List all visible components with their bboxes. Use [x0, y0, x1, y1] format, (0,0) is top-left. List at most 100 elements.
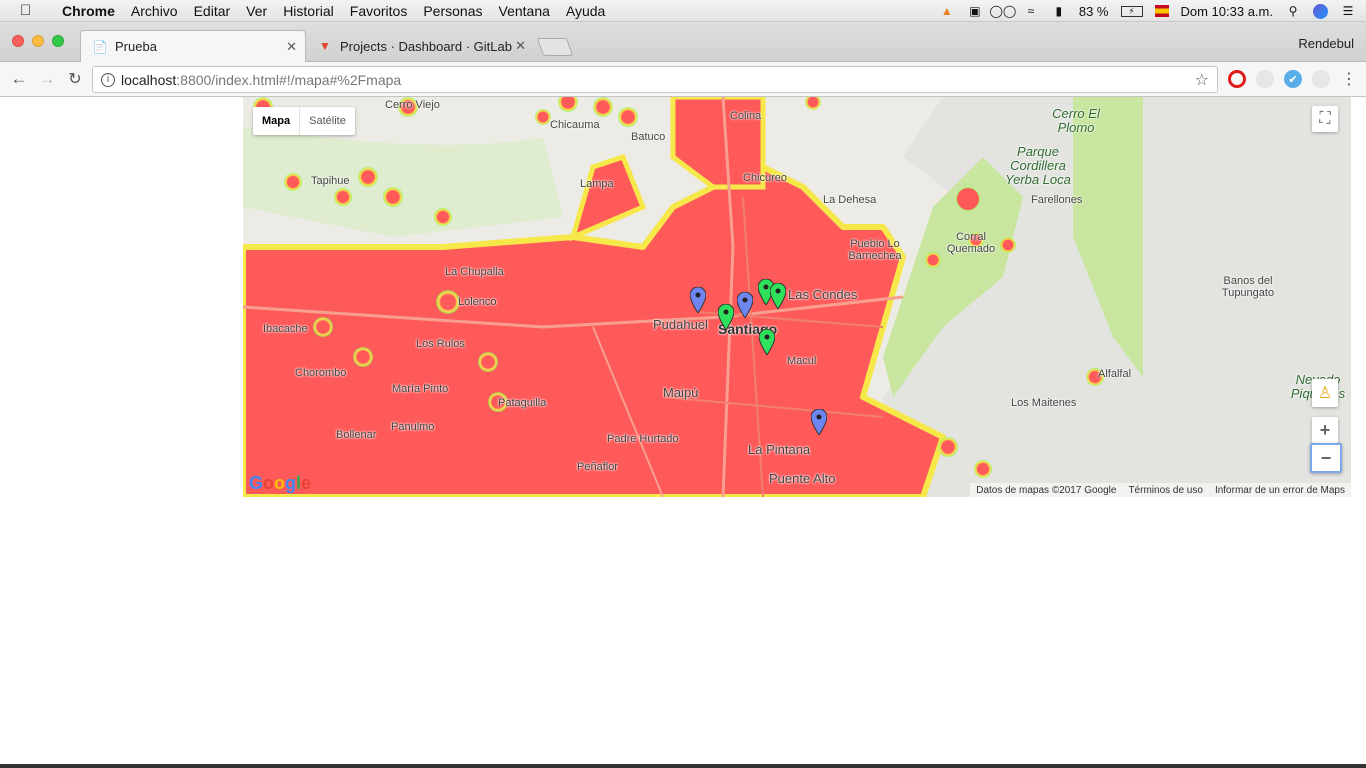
tab-strip: 📄 Prueba ✕ ▼ Projects · Dashboard · GitL…: [0, 22, 1366, 62]
new-tab-button[interactable]: [536, 38, 574, 56]
place-label: Cerro Viejo: [385, 99, 440, 111]
zoom-out-button[interactable]: −: [1310, 443, 1342, 473]
place-label: Padre Hurtado: [607, 433, 679, 445]
place-label: Bollenar: [336, 429, 377, 441]
back-icon[interactable]: ←: [8, 68, 30, 90]
place-label: Chorombo: [295, 367, 347, 379]
place-label: Ibacache: [263, 323, 308, 335]
dock-edge: [0, 764, 1366, 768]
tab-title: Prueba: [115, 39, 157, 54]
place-label: Parque Cordillera Yerba Loca: [1005, 144, 1071, 187]
clock[interactable]: Dom 10:33 a.m.: [1181, 4, 1274, 19]
info-icon[interactable]: i: [101, 72, 115, 87]
place-label: Chicureo: [743, 172, 788, 184]
browser-toolbar: ← → ↻ i localhost :8800/index.html#!/map…: [0, 62, 1366, 97]
chrome-menu-icon[interactable]: ⋮: [1340, 70, 1358, 88]
google-logo[interactable]: Google: [249, 473, 311, 494]
place-label: Panulmo: [391, 421, 435, 433]
place-label: Pudahuel: [653, 317, 708, 332]
map-marker-green[interactable]: [770, 283, 786, 309]
place-label: Los Rulos: [416, 338, 465, 350]
place-label: Los Maitenes: [1011, 397, 1077, 409]
map-marker-green[interactable]: [718, 304, 734, 330]
place-label: Las Condes: [788, 287, 858, 302]
list-icon[interactable]: ☰: [1340, 4, 1356, 18]
menu-archivo[interactable]: Archivo: [123, 3, 186, 19]
page-icon: 📄: [92, 39, 108, 54]
minimize-window-button[interactable]: [32, 35, 44, 47]
url-path: :8800/index.html#!/mapa#%2Fmapa: [176, 71, 402, 88]
battery-icon[interactable]: ⚡: [1120, 5, 1143, 17]
place-label: Lampa: [580, 178, 614, 190]
battery-percent: 83 %: [1078, 3, 1109, 19]
map-attribution: Datos de mapas ©2017 Google Términos de …: [970, 483, 1351, 497]
siri-icon[interactable]: [1313, 3, 1328, 19]
pegman-icon[interactable]: ♙: [1312, 379, 1338, 407]
forward-icon[interactable]: →: [36, 68, 58, 90]
map-type-mapa-button[interactable]: Mapa: [253, 107, 301, 135]
zoom-in-button[interactable]: +: [1312, 417, 1338, 443]
extension-icon[interactable]: [1256, 70, 1274, 88]
opera-extension-icon[interactable]: [1228, 70, 1246, 88]
extension-icon[interactable]: [1312, 70, 1330, 88]
place-label: Maipú: [663, 385, 699, 400]
bookmark-star-icon[interactable]: ☆: [1195, 70, 1209, 90]
map-marker-blue[interactable]: [690, 287, 706, 313]
map-type-control: Mapa Satélite: [253, 107, 355, 135]
place-label: Pataguilla: [498, 397, 547, 409]
close-tab-icon[interactable]: ✕: [286, 39, 297, 55]
volume-icon[interactable]: ▮: [1051, 4, 1067, 18]
twitter-extension-icon[interactable]: ✔: [1284, 70, 1302, 88]
place-label: Puente Alto: [769, 471, 836, 486]
menu-ventana[interactable]: Ventana: [491, 3, 558, 19]
terms-link[interactable]: Términos de uso: [1128, 485, 1202, 496]
apple-icon[interactable]: : [20, 2, 38, 19]
menu-favoritos[interactable]: Favoritos: [342, 3, 416, 19]
place-label: Batuco: [631, 131, 666, 143]
menu-editar[interactable]: Editar: [186, 3, 239, 19]
map-marker-green[interactable]: [759, 329, 775, 355]
maximize-window-button[interactable]: [52, 35, 64, 47]
url-host: localhost: [121, 71, 177, 88]
close-tab-icon[interactable]: ✕: [515, 38, 526, 54]
menu-chrome[interactable]: Chrome: [54, 3, 123, 19]
place-label: Cerro El Plomo: [1052, 106, 1100, 135]
place-label: María Pinto: [392, 383, 449, 395]
tab-gitlab[interactable]: ▼ Projects · Dashboard · GitLab ✕: [306, 30, 534, 62]
menu-ayuda[interactable]: Ayuda: [558, 3, 613, 19]
place-label: Macul: [787, 355, 817, 367]
place-label: Tapihue: [311, 175, 350, 187]
reload-icon[interactable]: ↻: [64, 68, 86, 90]
vlc-icon[interactable]: ▲: [939, 4, 955, 18]
place-label: La Pintana: [748, 442, 811, 457]
fullscreen-icon[interactable]: ⛶: [1312, 106, 1338, 132]
address-bar[interactable]: i localhost :8800/index.html#!/mapa#%2Fm…: [92, 66, 1218, 93]
report-error-link[interactable]: Informar de un error de Maps: [1215, 485, 1345, 496]
map-marker-blue[interactable]: [811, 409, 827, 435]
menu-ver[interactable]: Ver: [238, 3, 275, 19]
menu-personas[interactable]: Personas: [415, 3, 490, 19]
flag-icon[interactable]: [1154, 5, 1169, 17]
place-label: Colina: [730, 110, 762, 122]
menu-historial[interactable]: Historial: [275, 3, 342, 19]
search-icon[interactable]: ⚲: [1285, 4, 1301, 18]
map-data-credit: Datos de mapas ©2017 Google: [976, 484, 1117, 496]
gitlab-icon: ▼: [319, 39, 331, 53]
map-type-satelite-button[interactable]: Satélite: [300, 107, 355, 135]
place-label: La Chupalla: [445, 266, 504, 278]
status-tray: ▲ ▣ ◯◯ ≈ ▮ 83 % ⚡ Dom 10:33 a.m. ⚲ ☰: [939, 0, 1356, 22]
place-label: Chicauma: [550, 119, 600, 131]
wifi-icon[interactable]: ≈: [1023, 4, 1039, 18]
place-label: Banos del Tupungato: [1221, 275, 1275, 299]
tab-title: Projects · Dashboard · GitLab: [340, 38, 512, 54]
glasses-icon[interactable]: ◯◯: [989, 4, 1016, 18]
place-label: Pueblo Lo Barnechea: [848, 238, 902, 262]
place-label: Farellones: [1031, 194, 1083, 206]
google-map[interactable]: Cerro Viejo Colina Chicauma Batuco Lampa…: [243, 97, 1351, 497]
close-window-button[interactable]: [12, 35, 24, 47]
macos-menubar:  Chrome Archivo Editar Ver Historial Fa…: [0, 0, 1366, 22]
map-marker-blue[interactable]: [737, 292, 753, 318]
profile-name[interactable]: Rendebul: [1298, 36, 1354, 51]
display-icon[interactable]: ▣: [967, 4, 983, 18]
tab-prueba[interactable]: 📄 Prueba ✕: [80, 30, 306, 62]
